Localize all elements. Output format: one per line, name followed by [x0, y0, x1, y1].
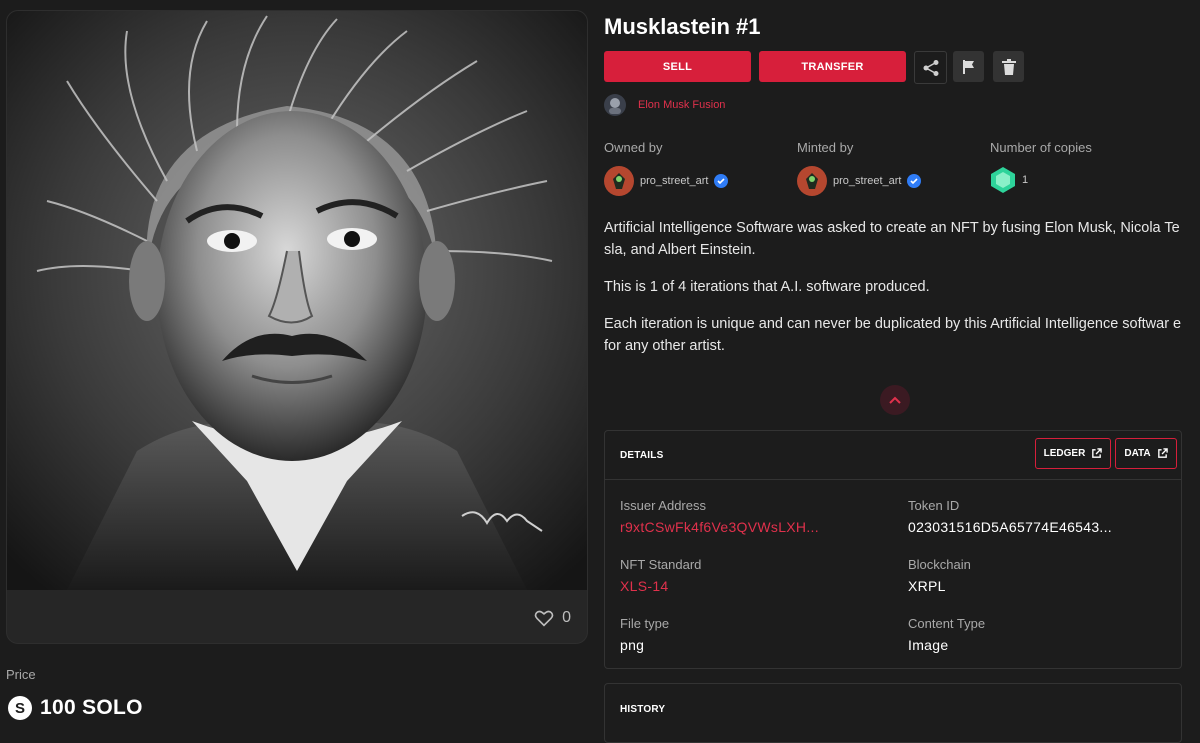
verified-icon: [907, 174, 922, 188]
nft-title: Musklastein #1: [604, 14, 761, 39]
copies-count: 1: [1022, 174, 1029, 186]
solo-token-icon: S: [8, 696, 32, 720]
collection-link[interactable]: Elon Musk Fusion: [604, 94, 725, 116]
history-title: HISTORY: [620, 704, 666, 715]
details-panel: DETAILS LEDGER DATA Issuer Address r9xtC…: [604, 430, 1182, 669]
minted-by-label: Minted by: [797, 140, 854, 155]
minter-name: pro_street_art: [833, 175, 902, 187]
owner-avatar-icon: [613, 173, 625, 189]
ledger-label: LEDGER: [1043, 448, 1086, 459]
details-title: DETAILS: [620, 450, 664, 461]
owner-link[interactable]: pro_street_art: [604, 166, 729, 196]
issuer-address-link[interactable]: r9xtCSwFk4f6Ve3QVWsLXH...: [620, 519, 819, 535]
nft-standard-link[interactable]: XLS-14: [620, 578, 669, 594]
heart-icon[interactable]: [534, 609, 554, 627]
issuer-address-label: Issuer Address: [620, 498, 706, 513]
blockchain-value: XRPL: [908, 578, 946, 594]
file-type-label: File type: [620, 616, 670, 631]
ledger-button[interactable]: LEDGER: [1035, 438, 1111, 469]
minter-avatar-icon: [806, 173, 818, 189]
trash-icon: [1001, 58, 1016, 75]
token-id-value: 023031516D5A65774E46543...: [908, 519, 1112, 535]
token-id-label: Token ID: [908, 498, 960, 513]
description-paragraph-1: Artificial Intelligence Software was ask…: [604, 220, 1180, 258]
share-icon: [923, 59, 938, 76]
chevron-up-icon: [889, 396, 901, 404]
data-button[interactable]: DATA: [1115, 438, 1177, 469]
minter-link[interactable]: pro_street_art: [797, 166, 922, 196]
delete-button[interactable]: [993, 51, 1024, 82]
collection-name: Elon Musk Fusion: [638, 99, 726, 111]
nft-artwork-card: 0: [6, 10, 588, 644]
content-type-value: Image: [908, 637, 949, 653]
owner-avatar: [604, 166, 634, 196]
data-label: DATA: [1124, 448, 1151, 459]
details-header: DETAILS LEDGER DATA: [605, 431, 1181, 480]
report-button[interactable]: [953, 51, 984, 82]
description-paragraph-2: This is 1 of 4 iterations that A.I. soft…: [604, 279, 930, 295]
like-row: 0: [534, 609, 571, 627]
nft-standard-label: NFT Standard: [620, 557, 702, 572]
blockchain-label: Blockchain: [908, 557, 971, 572]
share-button[interactable]: [914, 51, 947, 84]
content-type-label: Content Type: [908, 616, 986, 631]
owned-by-label: Owned by: [604, 140, 663, 155]
external-link-icon: [1092, 448, 1103, 458]
history-panel[interactable]: HISTORY: [604, 683, 1182, 743]
copies-value-row: 1: [990, 166, 1028, 194]
price-value: 100 SOLO: [40, 696, 143, 719]
minter-avatar: [797, 166, 827, 196]
collapse-description-button[interactable]: [880, 385, 910, 415]
transfer-button[interactable]: TRANSFER: [759, 51, 906, 82]
flag-icon: [962, 59, 974, 74]
file-type-value: png: [620, 637, 645, 653]
nft-artwork-image[interactable]: [7, 11, 587, 590]
sell-button[interactable]: SELL: [604, 51, 751, 82]
owner-name: pro_street_art: [640, 175, 709, 187]
copies-gem-icon: [991, 167, 1015, 193]
verified-icon: [714, 174, 729, 188]
copies-label: Number of copies: [990, 140, 1092, 155]
svg-text:S: S: [15, 700, 25, 717]
price-label: Price: [6, 667, 36, 682]
collection-avatar-icon: [604, 94, 626, 116]
price-row: S 100 SOLO: [8, 696, 143, 720]
like-count: 0: [562, 609, 571, 626]
description-paragraph-3: Each iteration is unique and can never b…: [604, 316, 1182, 354]
external-link-icon: [1157, 448, 1168, 458]
